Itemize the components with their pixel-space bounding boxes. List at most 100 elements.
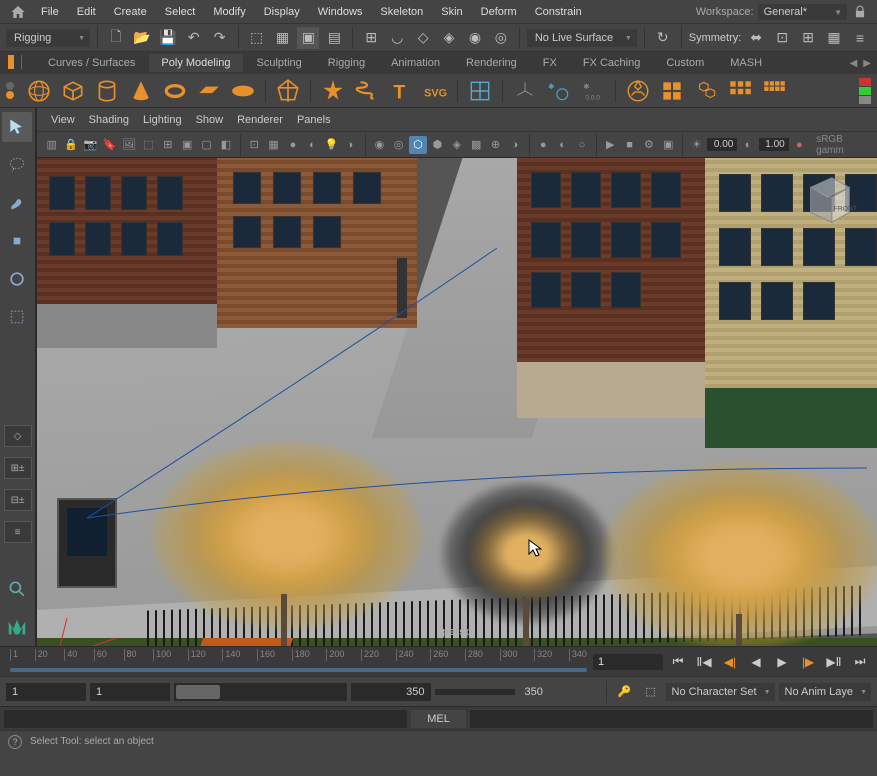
panel-view[interactable]: View <box>51 114 75 126</box>
workspace-dropdown[interactable]: General* <box>758 4 847 20</box>
tab-custom[interactable]: Custom <box>654 54 716 72</box>
menu-deform[interactable]: Deform <box>472 6 526 18</box>
current-frame-input[interactable]: 1 <box>593 654 663 670</box>
tab-mash[interactable]: MASH <box>718 54 774 72</box>
snap-live-icon[interactable]: ◎ <box>490 27 512 49</box>
panel-shading[interactable]: Shading <box>89 114 129 126</box>
anim-layer-dropdown[interactable]: No Anim Laye <box>779 683 871 701</box>
pt-shaded-icon[interactable]: ● <box>284 136 301 154</box>
menu-create[interactable]: Create <box>105 6 156 18</box>
range-slider[interactable] <box>174 683 347 701</box>
viewport[interactable]: FRONT persp <box>37 158 877 646</box>
pt-select-cam-icon[interactable]: ▥ <box>43 136 60 154</box>
tab-fxcache[interactable]: FX Caching <box>571 54 652 72</box>
tab-poly[interactable]: Poly Modeling <box>149 54 242 72</box>
tab-prev-icon[interactable]: ◀ <box>848 58 860 69</box>
sym-axis-icon[interactable]: ⬌ <box>745 27 767 49</box>
tab-rigging[interactable]: Rigging <box>316 54 377 72</box>
poly-star-icon[interactable] <box>318 76 348 106</box>
poly-cylinder-icon[interactable] <box>92 76 122 106</box>
paint-select-tool[interactable] <box>2 188 32 218</box>
menu-select[interactable]: Select <box>156 6 205 18</box>
snap-icon[interactable]: ✱ <box>544 76 574 106</box>
command-input-left[interactable] <box>4 710 407 728</box>
sym-obj-icon[interactable]: ⊡ <box>771 27 793 49</box>
soccer-icon[interactable] <box>623 76 653 106</box>
snap-curve-icon[interactable]: ◡ <box>386 27 408 49</box>
pt-sphere2-icon[interactable]: ◐ <box>554 136 571 154</box>
pt-ipr-icon[interactable]: ■ <box>621 136 638 154</box>
anim-start-input[interactable]: 1 <box>90 683 170 701</box>
pt-xray-icon[interactable]: ◎ <box>390 136 407 154</box>
pt-isolate-icon[interactable]: ◉ <box>371 136 388 154</box>
scale-tool[interactable] <box>2 302 32 332</box>
menu-skin[interactable]: Skin <box>432 6 471 18</box>
grid3-icon[interactable] <box>725 76 755 106</box>
select-tool[interactable] <box>2 112 32 142</box>
poly-helix-icon[interactable] <box>352 76 382 106</box>
pt-ssao-icon[interactable]: ◑ <box>506 136 523 154</box>
poly-svg-icon[interactable]: SVG <box>420 76 450 106</box>
layout-two-icon[interactable]: ⊟± <box>4 489 32 511</box>
autokey-icon[interactable]: ⬚ <box>640 685 662 698</box>
time-scrollbar[interactable] <box>10 668 587 672</box>
pt-render-set-icon[interactable]: ⚙ <box>640 136 657 154</box>
pt-res-gate-icon[interactable]: ▢ <box>198 136 215 154</box>
poly-cone-icon[interactable] <box>126 76 156 106</box>
pt-motion-icon[interactable]: ⊕ <box>487 136 504 154</box>
menu-skeleton[interactable]: Skeleton <box>371 6 432 18</box>
quad-icon[interactable] <box>657 76 687 106</box>
viewcube[interactable]: FRONT <box>799 170 857 228</box>
step-back-icon[interactable]: Ⅱ◀ <box>693 652 715 672</box>
pt-colorspace-icon[interactable]: ● <box>791 136 808 154</box>
live-surface-dropdown[interactable]: No Live Surface <box>527 29 637 47</box>
pt-2d-icon[interactable]: ⬚ <box>140 136 157 154</box>
pt-lock-cam-icon[interactable]: 🔒 <box>62 136 79 154</box>
menu-file[interactable]: File <box>32 6 68 18</box>
tab-anim[interactable]: Animation <box>379 54 452 72</box>
tab-render[interactable]: Rendering <box>454 54 529 72</box>
character-set-dropdown[interactable]: No Character Set <box>666 683 775 701</box>
range-end-input[interactable] <box>435 689 515 695</box>
shelf-editor-icon[interactable] <box>6 82 14 99</box>
super-shape-icon[interactable] <box>465 76 495 106</box>
pt-xray-active-icon[interactable]: ⬢ <box>429 136 446 154</box>
range-start-input[interactable]: 1 <box>6 683 86 701</box>
command-input-right[interactable] <box>470 710 873 728</box>
tab-next-icon[interactable]: ▶ <box>861 58 873 69</box>
colorspace-label[interactable]: sRGB gamm <box>816 134 871 156</box>
poly-plane-icon[interactable] <box>194 76 224 106</box>
new-scene-icon[interactable]: 🗋 <box>105 27 127 49</box>
play-back-icon[interactable]: ◀ <box>745 652 767 672</box>
pt-default-mat-icon[interactable]: ◈ <box>448 136 465 154</box>
panel-show[interactable]: Show <box>196 114 224 126</box>
poly-platonic-icon[interactable] <box>273 76 303 106</box>
mode-dropdown[interactable]: Rigging <box>6 29 90 47</box>
grid4-icon[interactable] <box>759 76 789 106</box>
pt-safe-icon[interactable]: ⊡ <box>246 136 263 154</box>
snap-point-icon[interactable]: ◇ <box>412 27 434 49</box>
exposure-value[interactable]: 0.00 <box>707 138 737 151</box>
pt-xray-joints-icon[interactable]: ⬡ <box>409 136 426 154</box>
pt-render-icon[interactable]: ▶ <box>602 136 619 154</box>
snap-grid-icon[interactable]: ⊞ <box>360 27 382 49</box>
undo-icon[interactable]: ↶ <box>183 27 205 49</box>
lasso-tool[interactable] <box>2 150 32 180</box>
cubes-icon[interactable] <box>691 76 721 106</box>
pt-exposure-icon[interactable]: ☀ <box>688 136 705 154</box>
pt-gamma-icon[interactable]: ◐ <box>739 136 756 154</box>
lock-icon[interactable] <box>853 5 867 19</box>
open-scene-icon[interactable]: 📂 <box>131 27 153 49</box>
move-tool[interactable] <box>2 226 32 256</box>
maya-logo-icon[interactable] <box>2 612 32 642</box>
anim-end-input[interactable]: 350 <box>351 683 431 701</box>
layout-single-icon[interactable]: ◇ <box>4 425 32 447</box>
redo-icon[interactable]: ↷ <box>209 27 231 49</box>
select-multi-icon[interactable]: ▤ <box>323 27 345 49</box>
pt-grid-icon[interactable]: ⊞ <box>159 136 176 154</box>
go-end-icon[interactable]: ⏭ <box>849 652 871 672</box>
poly-sphere-icon[interactable] <box>24 76 54 106</box>
search-icon[interactable] <box>2 574 32 604</box>
sym-world-icon[interactable]: ⊞ <box>797 27 819 49</box>
construction-history-icon[interactable]: ↻ <box>652 27 674 49</box>
